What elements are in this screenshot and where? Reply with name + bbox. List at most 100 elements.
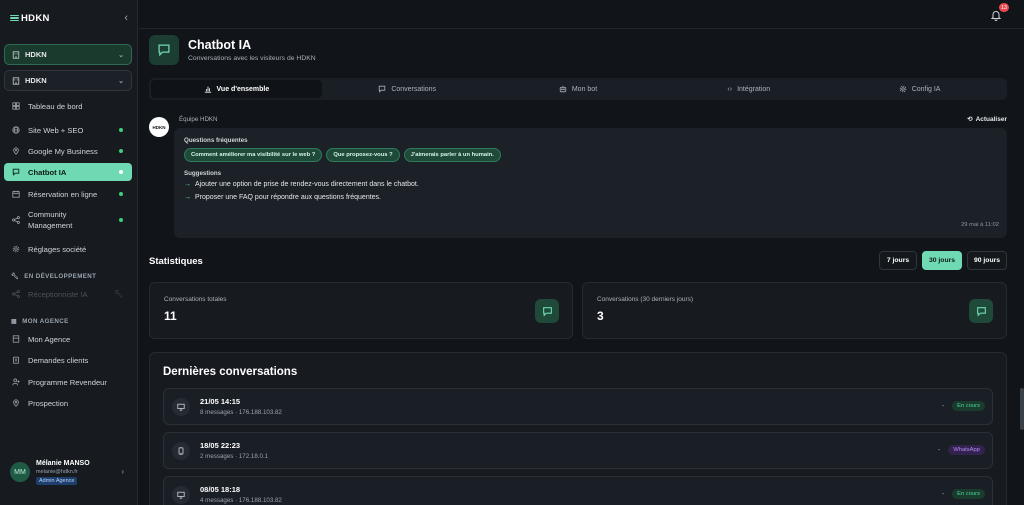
faq-chip[interactable]: J'aimerais parler à un humain. bbox=[403, 148, 501, 162]
share-icon bbox=[11, 290, 21, 298]
range-90-days[interactable]: 90 jours bbox=[967, 251, 1007, 270]
chevron-down-icon: ⌄ bbox=[118, 77, 124, 85]
building-icon bbox=[11, 335, 21, 343]
conversation-meta: 8 messages · 176.188.103.82 bbox=[200, 409, 282, 416]
workspace-selector-secondary[interactable]: HDKN ⌄ bbox=[4, 70, 132, 91]
sidebar-item-demandes-clients[interactable]: Demandes clients bbox=[4, 351, 132, 369]
conversation-row[interactable]: 18/05 22:23 2 messages · 172.18.0.1 - Wha… bbox=[163, 432, 993, 469]
phone-icon bbox=[172, 441, 190, 460]
sidebar-item-label: Réceptionniste IA bbox=[28, 289, 88, 299]
collapse-sidebar-icon[interactable]: ‹ bbox=[124, 12, 128, 24]
insight-card: Questions fréquentes Comment améliorer m… bbox=[174, 128, 1007, 238]
sidebar-item-reservation-en-ligne[interactable]: Réservation en ligne bbox=[4, 185, 132, 203]
faq-chip[interactable]: Comment améliorer ma visibilité sur le w… bbox=[184, 148, 323, 162]
gear-icon bbox=[11, 245, 21, 253]
tab-vue-ensemble[interactable]: Vue d'ensemble bbox=[151, 80, 322, 98]
sidebar-item-label: Réservation en ligne bbox=[28, 189, 98, 199]
page-header: Chatbot IA Conversations avec les visite… bbox=[149, 35, 316, 65]
sidebar-item-prospection[interactable]: Prospection bbox=[4, 394, 132, 412]
page-title: Chatbot IA bbox=[188, 38, 252, 52]
building-icon bbox=[12, 76, 20, 85]
calendar-icon bbox=[11, 190, 21, 198]
message-icon bbox=[379, 85, 386, 93]
sidebar-item-tableau-de-bord[interactable]: Tableau de bord bbox=[4, 97, 132, 115]
bot-icon bbox=[559, 85, 567, 93]
tab-label: Mon bot bbox=[571, 85, 598, 93]
conversation-row[interactable]: 21/05 14:15 8 messages · 176.188.103.82 … bbox=[163, 388, 993, 425]
map-pin-icon bbox=[11, 147, 21, 155]
logo-text: HDKN bbox=[21, 12, 50, 24]
user-name: Mélanie MANSO bbox=[36, 459, 90, 467]
sidebar-item-programme-revendeur[interactable]: Programme Revendeur bbox=[4, 373, 132, 391]
conversation-date: 18/05 22:23 bbox=[200, 441, 241, 450]
role-badge: Admin Agence bbox=[36, 476, 78, 485]
tab-config-ia[interactable]: Config IA bbox=[834, 80, 1005, 98]
sidebar-item-community-management[interactable]: Community Management bbox=[4, 207, 132, 233]
bar-chart-icon bbox=[204, 86, 211, 93]
workspace-label: HDKN bbox=[25, 76, 47, 85]
stat-value: 3 bbox=[597, 309, 604, 323]
tab-integration[interactable]: ‹› Intégration bbox=[663, 80, 834, 98]
suggestion-text: Ajouter une option de prise de rendez-vo… bbox=[195, 181, 419, 188]
sidebar: HDKN ‹ HDKN ⌄ HDKN ⌄ Tableau de bord Sit… bbox=[0, 0, 138, 505]
message-icon bbox=[969, 299, 993, 323]
faq-label: Questions fréquentes bbox=[184, 137, 248, 144]
sidebar-item-label: Demandes clients bbox=[28, 355, 89, 365]
sidebar-item-reglages-societe[interactable]: Réglages société bbox=[4, 240, 132, 258]
faq-chips: Comment améliorer ma visibilité sur le w… bbox=[184, 148, 997, 162]
arrow-right-icon: → bbox=[184, 194, 191, 201]
insights-header: HDKN Équipe HDKN ⟲ Actualiser bbox=[149, 112, 1007, 137]
workspace-label: HDKN bbox=[25, 50, 47, 59]
stat-value: 11 bbox=[164, 309, 177, 323]
building-icon: ▦ bbox=[11, 318, 18, 325]
team-name: Équipe HDKN bbox=[179, 115, 218, 123]
tab-label: Vue d'ensemble bbox=[216, 85, 270, 93]
message-icon bbox=[149, 35, 179, 65]
conversation-date: 21/05 14:15 bbox=[200, 397, 241, 406]
recent-conversations: Dernières conversations 21/05 14:15 8 me… bbox=[149, 352, 1007, 505]
range-30-days[interactable]: 30 jours bbox=[922, 251, 962, 270]
avatar: MM bbox=[10, 462, 30, 482]
stat-card-30-days: Conversations (30 derniers jours) 3 bbox=[582, 282, 1007, 339]
team-logo: HDKN bbox=[149, 117, 169, 137]
stat-label: Conversations totales bbox=[164, 296, 227, 303]
tab-label: Intégration bbox=[737, 85, 771, 93]
range-7-days[interactable]: 7 jours bbox=[879, 251, 917, 270]
workspace-selector-primary[interactable]: HDKN ⌄ bbox=[4, 44, 132, 65]
sidebar-item-label: Chatbot IA bbox=[28, 167, 67, 177]
sidebar-item-label: Réglages société bbox=[28, 244, 87, 254]
chevron-down-icon: ⌄ bbox=[118, 51, 124, 59]
refresh-button[interactable]: ⟲ Actualiser bbox=[967, 115, 1007, 124]
logo: HDKN bbox=[10, 13, 50, 24]
sidebar-item-label: Site Web + SEO bbox=[28, 125, 84, 135]
tab-label: Config IA bbox=[911, 85, 941, 93]
sidebar-item-label: Tableau de bord bbox=[28, 101, 83, 111]
dashboard-icon bbox=[11, 102, 21, 110]
sidebar-header: HDKN ‹ bbox=[10, 11, 128, 25]
page-subtitle: Conversations avec les visiteurs de HDKN bbox=[188, 55, 316, 62]
status-dot bbox=[119, 170, 123, 174]
sidebar-item-google-my-business[interactable]: Google My Business bbox=[4, 142, 132, 160]
suggestion-item: → Proposer une FAQ pour répondre aux ques… bbox=[184, 194, 997, 201]
sidebar-item-receptionniste-ia: Réceptionniste IA 🔧︎ bbox=[4, 285, 132, 303]
tab-label: Conversations bbox=[391, 85, 437, 93]
sidebar-item-chatbot-ia[interactable]: Chatbot IA bbox=[4, 163, 132, 181]
stat-label: Conversations (30 derniers jours) bbox=[597, 296, 694, 303]
tab-conversations[interactable]: Conversations bbox=[322, 80, 493, 98]
sidebar-item-mon-agence[interactable]: Mon Agence bbox=[4, 330, 132, 348]
notification-badge: 13 bbox=[998, 3, 1009, 12]
faq-chip[interactable]: Que proposez-vous ? bbox=[326, 148, 400, 162]
conversation-row[interactable]: 08/05 18:18 4 messages · 176.188.103.82 … bbox=[163, 476, 993, 505]
status-badge: En cours bbox=[952, 401, 985, 411]
sidebar-item-site-web-seo[interactable]: Site Web + SEO bbox=[4, 121, 132, 139]
user-profile[interactable]: MM Mélanie MANSO melanie@hdkn.fr Admin A… bbox=[4, 452, 132, 492]
arrow-right-icon: → bbox=[184, 181, 191, 188]
section-en-developpement: 🔧︎ EN DÉVELOPPEMENT bbox=[11, 272, 96, 281]
suggestions-label: Suggestions bbox=[184, 170, 222, 177]
conversation-dash: - bbox=[937, 446, 941, 454]
scrollbar-thumb[interactable] bbox=[1020, 388, 1024, 430]
tab-mon-bot[interactable]: Mon bot bbox=[493, 80, 664, 98]
globe-icon bbox=[11, 126, 21, 134]
wrench-icon: 🔧︎ bbox=[114, 291, 123, 298]
code-icon: ‹› bbox=[727, 85, 733, 93]
